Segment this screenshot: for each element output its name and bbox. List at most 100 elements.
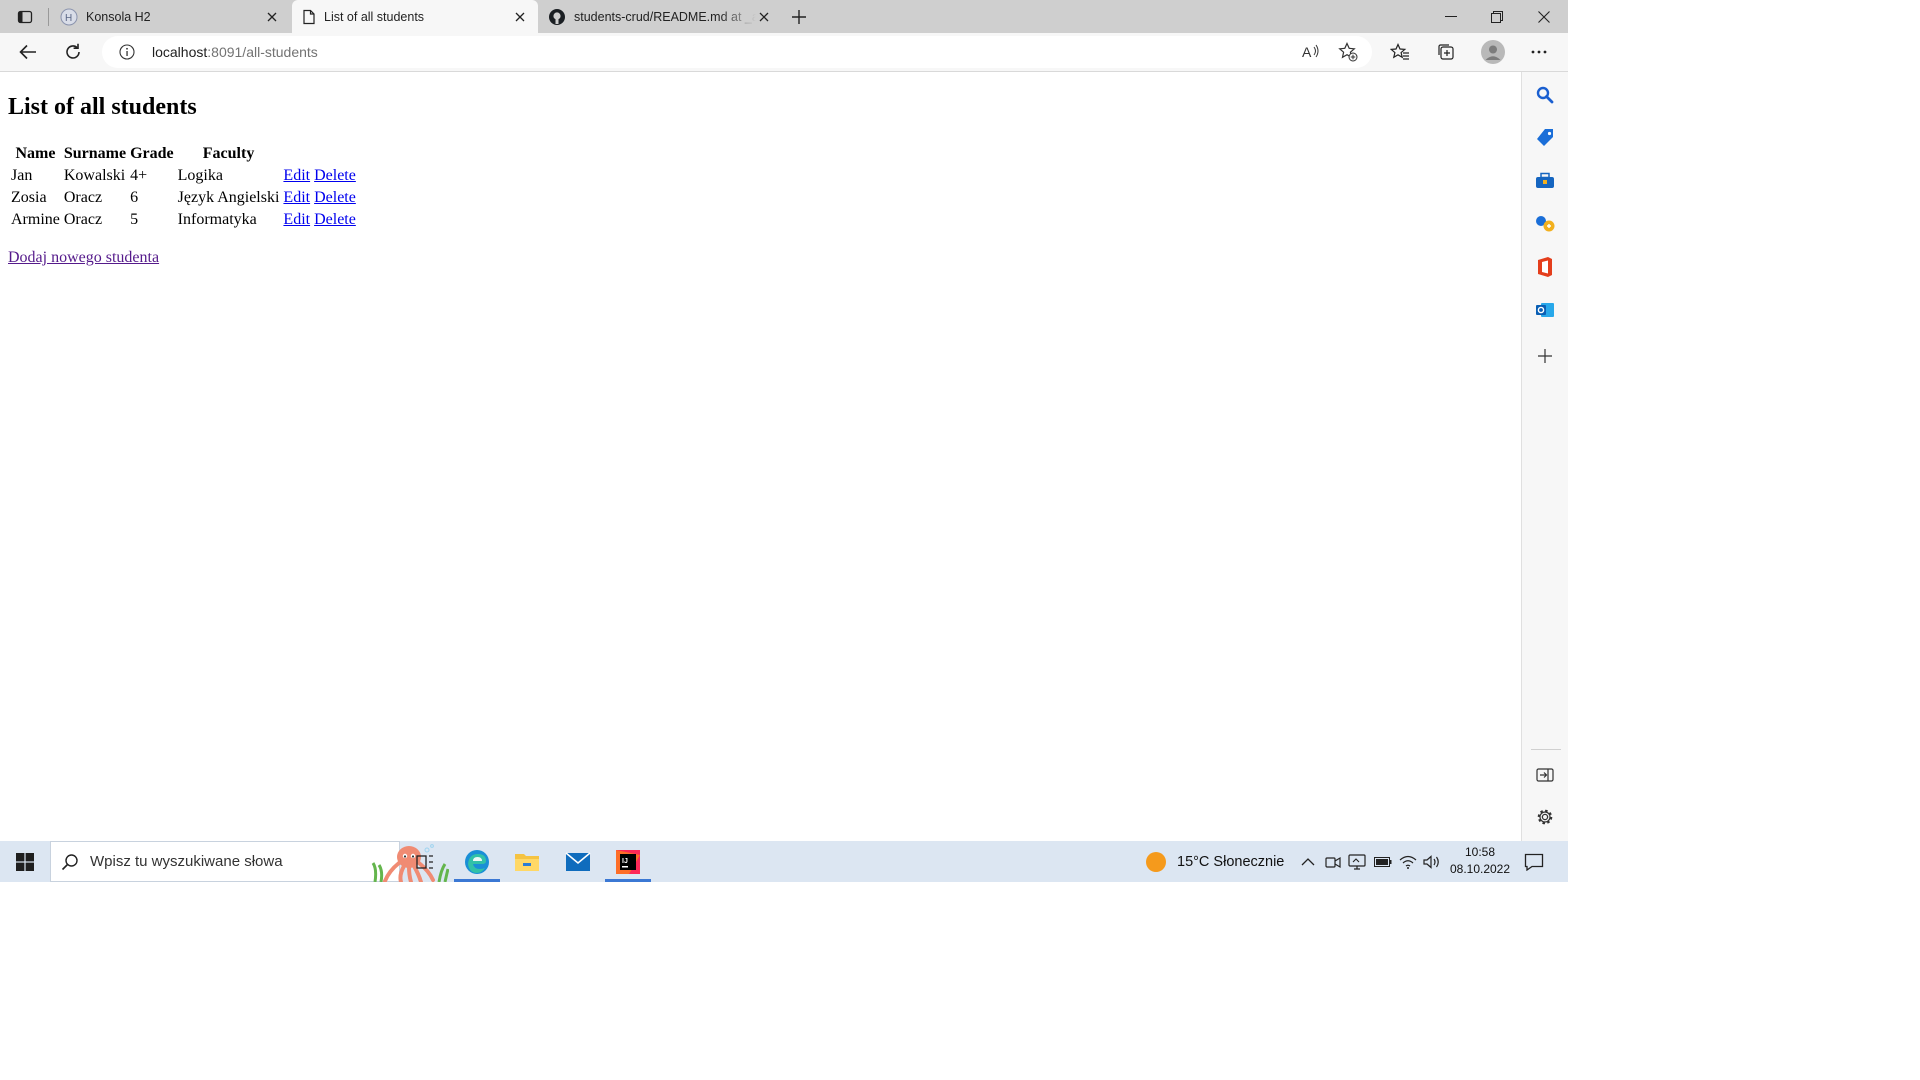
settings-icon[interactable] (1531, 803, 1559, 831)
meet-icon[interactable] (1323, 852, 1343, 872)
header-grade: Grade (130, 145, 174, 162)
delete-link[interactable]: Delete (314, 189, 356, 206)
tab-separator (48, 8, 49, 26)
windows-start-icon[interactable] (0, 841, 50, 882)
table-row: Armine Oracz 5 Informatyka Edit Delete (10, 210, 357, 230)
office-icon[interactable] (1531, 253, 1559, 281)
read-aloud-icon[interactable]: A (1298, 39, 1324, 65)
tray-chevron-icon[interactable] (1298, 852, 1318, 872)
students-table: Name Surname Grade Faculty Jan Kowalski … (8, 142, 359, 232)
refresh-icon[interactable] (58, 37, 88, 67)
shopping-icon[interactable] (1531, 124, 1559, 152)
battery-icon[interactable] (1373, 852, 1393, 872)
weather-text: 15°C Słonecznie (1177, 854, 1285, 870)
display-icon[interactable] (1347, 852, 1367, 872)
cell-faculty: Logika (177, 167, 223, 184)
cell-grade: 4+ (130, 167, 148, 184)
cell-actions: Edit Delete (282, 210, 356, 230)
page-title: List of all students (8, 94, 197, 120)
cell-grade: 6 (130, 189, 139, 206)
cell-surname: Kowalski (63, 167, 126, 184)
tab-title: List of all students (324, 9, 425, 24)
delete-link[interactable]: Delete (314, 167, 356, 184)
cell-surname: Oracz (63, 189, 103, 206)
header-surname: Surname (63, 145, 127, 162)
taskbar-search-box[interactable]: Wpisz tu wyszukiwane słowa (50, 841, 449, 882)
more-icon[interactable] (1524, 37, 1554, 67)
favorites-icon[interactable] (1385, 37, 1415, 67)
table-header-row: Name Surname Grade Faculty (10, 144, 357, 164)
system-clock[interactable]: 10:58 08.10.2022 (1445, 844, 1515, 878)
add-student-link[interactable]: Dodaj nowego studenta (8, 249, 159, 267)
site-info-icon[interactable] (118, 43, 136, 61)
volume-icon[interactable] (1422, 852, 1442, 872)
task-view-icon[interactable] (400, 841, 450, 882)
h2-console-favicon: H (60, 8, 78, 26)
sidebar-divider (1531, 749, 1561, 750)
delete-link[interactable]: Delete (314, 211, 356, 228)
close-window-icon[interactable] (1521, 0, 1567, 33)
notifications-icon[interactable] (1520, 850, 1548, 874)
cell-actions: Edit Delete (282, 188, 356, 208)
header-name: Name (15, 145, 56, 162)
wifi-icon[interactable] (1398, 852, 1418, 872)
intellij-icon[interactable]: IJ (603, 841, 653, 882)
edit-link[interactable]: Edit (283, 211, 310, 228)
edge-sidebar (1521, 72, 1568, 841)
table-row: Jan Kowalski 4+ Logika Edit Delete (10, 166, 357, 186)
tab-list-of-all-students[interactable]: List of all students (292, 0, 538, 33)
svg-text:H: H (65, 13, 72, 24)
windows-taskbar: Wpisz tu wyszukiwane słowa IJ 15°C Słone… (0, 841, 1568, 882)
tab-actions-icon[interactable] (10, 6, 40, 28)
browser-toolbar: localhost:8091/all-students A (0, 33, 1568, 72)
tab-strip: H Konsola H2 List of all students studen… (0, 0, 1568, 33)
cell-faculty: Język Angielski (177, 189, 280, 206)
weather-widget[interactable]: 15°C Słonecznie (1145, 851, 1284, 873)
cell-name: Zosia (11, 189, 47, 206)
back-icon[interactable] (13, 37, 43, 67)
address-bar[interactable]: localhost:8091/all-students A (102, 36, 1372, 68)
url-host: localhost (152, 44, 208, 60)
url-path: :8091/all-students (207, 44, 318, 60)
profile-avatar[interactable] (1478, 37, 1508, 67)
tab-konsola-h2[interactable]: H Konsola H2 (50, 0, 290, 33)
svg-text:A: A (1302, 44, 1312, 60)
clock-date: 08.10.2022 (1449, 862, 1511, 876)
cell-actions: Edit Delete (282, 166, 356, 186)
mail-icon[interactable] (553, 841, 603, 882)
restore-icon[interactable] (1474, 0, 1520, 33)
page-favicon (302, 9, 316, 25)
cell-grade: 5 (130, 211, 139, 228)
tools-icon[interactable] (1531, 167, 1559, 195)
close-icon[interactable] (756, 9, 772, 25)
close-icon[interactable] (512, 9, 528, 25)
weather-sun-icon (1145, 851, 1167, 873)
tab-github-readme[interactable]: students-crud/README.md at _a (538, 0, 782, 33)
tab-title: students-crud/README.md at _a (574, 9, 756, 24)
add-favorite-icon[interactable] (1335, 39, 1361, 65)
url-text[interactable]: localhost:8091/all-students (152, 44, 318, 60)
header-faculty: Faculty (202, 145, 255, 162)
collections-icon[interactable] (1431, 37, 1461, 67)
file-explorer-icon[interactable] (502, 841, 552, 882)
search-icon[interactable] (1531, 81, 1559, 109)
search-input[interactable]: Wpisz tu wyszukiwane słowa (90, 853, 283, 870)
cell-faculty: Informatyka (177, 211, 257, 228)
close-icon[interactable] (264, 9, 280, 25)
minimize-icon[interactable] (1428, 0, 1474, 33)
search-icon (61, 853, 79, 871)
cell-name: Jan (11, 167, 33, 184)
games-icon[interactable] (1531, 210, 1559, 238)
cell-name: Armine (11, 211, 60, 228)
edit-link[interactable]: Edit (283, 167, 310, 184)
cell-surname: Oracz (63, 211, 103, 228)
outlook-icon[interactable] (1531, 296, 1559, 324)
add-icon[interactable] (1531, 342, 1559, 370)
hide-sidebar-icon[interactable] (1531, 761, 1559, 789)
new-tab-icon[interactable] (786, 4, 812, 30)
edit-link[interactable]: Edit (283, 189, 310, 206)
svg-text:IJ: IJ (622, 858, 628, 865)
edge-icon[interactable] (452, 841, 502, 882)
header-actions (282, 144, 356, 164)
page-content: List of all students Name Surname Grade … (0, 72, 1521, 841)
